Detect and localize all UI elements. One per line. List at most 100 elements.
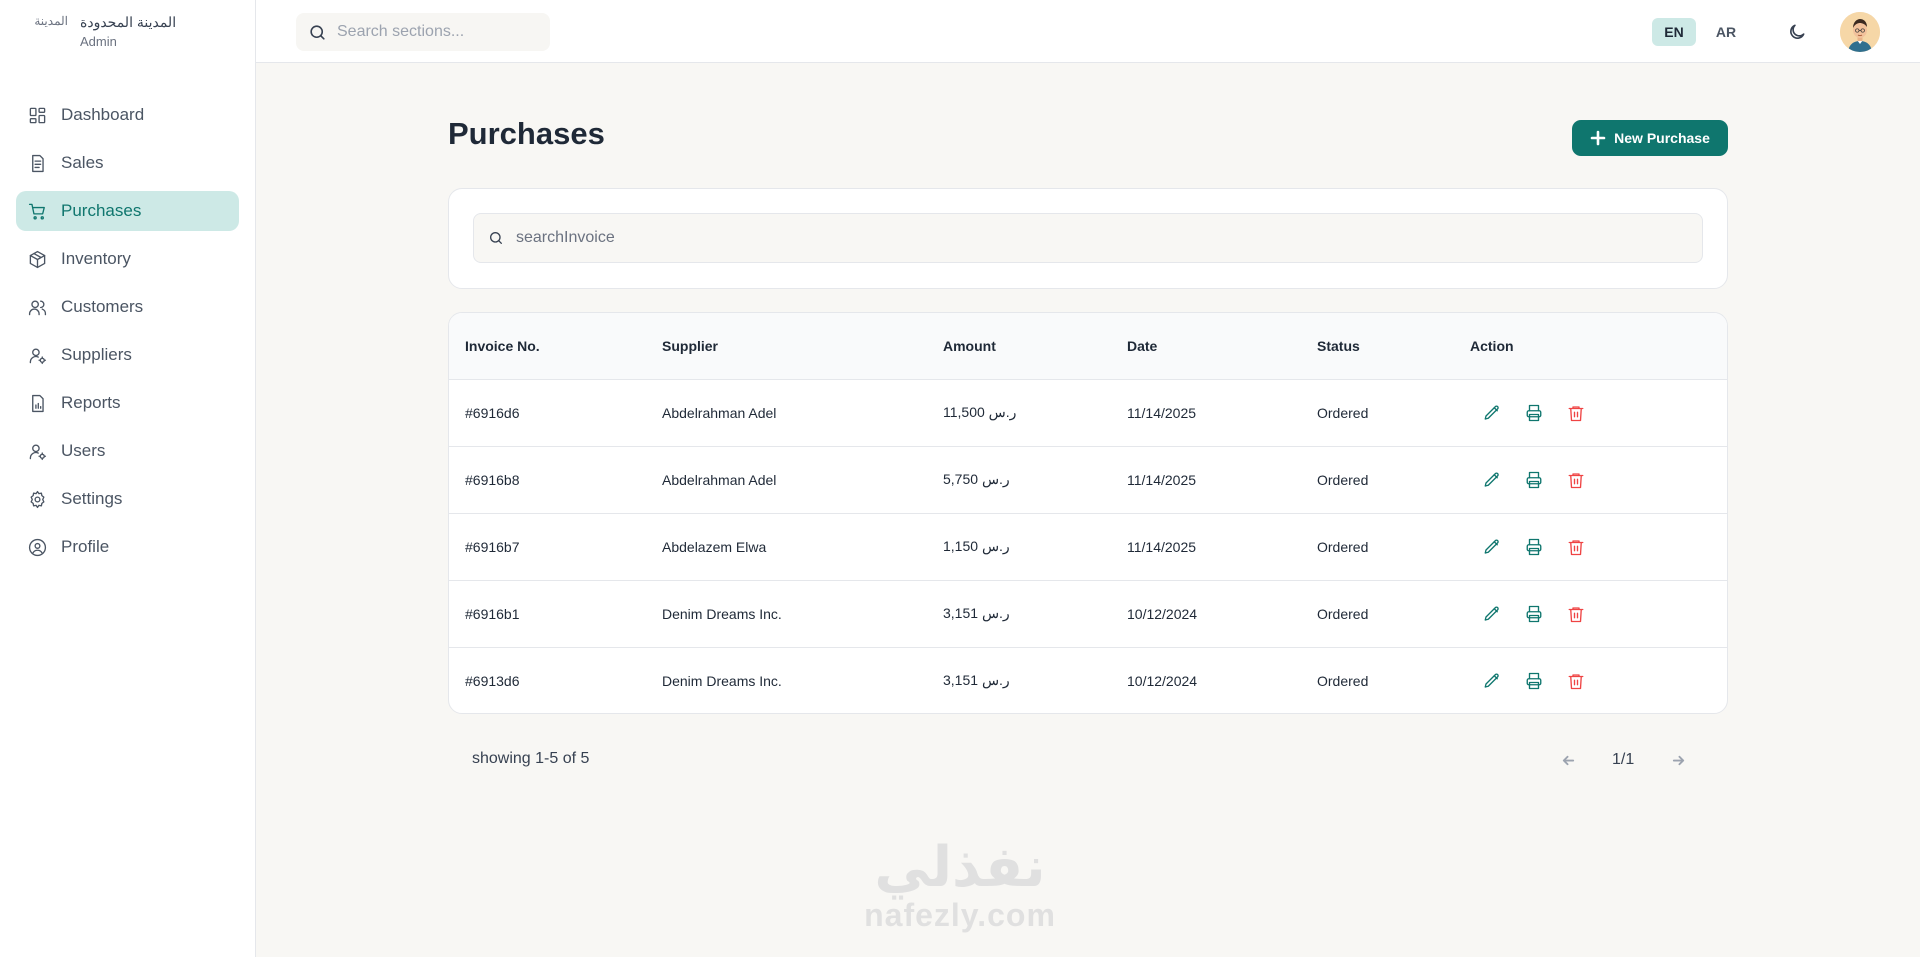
sidebar-item-profile[interactable]: Profile xyxy=(16,527,239,567)
edit-button[interactable] xyxy=(1478,533,1506,561)
sidebar-item-label: Suppliers xyxy=(61,345,132,364)
cell-actions xyxy=(1454,647,1727,713)
purchases-table-card: Invoice No. Supplier Amount Date Status … xyxy=(448,312,1728,714)
sidebar-item-users[interactable]: Users xyxy=(16,431,239,471)
pencil-icon xyxy=(1484,673,1499,688)
cell-status: Ordered xyxy=(1317,605,1369,622)
brand-text: المدينة المحدودة Admin xyxy=(80,14,176,49)
theme-toggle-button[interactable] xyxy=(1784,19,1810,45)
box-icon xyxy=(29,250,46,268)
sidebar-item-dashboard[interactable]: Dashboard xyxy=(16,95,239,135)
print-button[interactable] xyxy=(1520,600,1548,628)
edit-button[interactable] xyxy=(1478,600,1506,628)
edit-button[interactable] xyxy=(1478,399,1506,427)
next-page-button[interactable] xyxy=(1664,746,1692,774)
cell-date: 11/14/2025 xyxy=(1127,404,1197,421)
print-button[interactable] xyxy=(1520,466,1548,494)
new-purchase-label: New Purchase xyxy=(1614,130,1710,146)
trash-icon xyxy=(1568,674,1584,689)
dashboard-icon xyxy=(29,107,46,123)
cell-status: Ordered xyxy=(1317,672,1369,689)
cell-date: 11/14/2025 xyxy=(1127,471,1197,488)
delete-button[interactable] xyxy=(1562,466,1590,494)
lang-ar-button[interactable]: AR xyxy=(1706,18,1746,46)
header-supplier: Supplier xyxy=(646,313,927,380)
trash-icon xyxy=(1568,539,1584,555)
watermark-url: nafezly.com xyxy=(864,897,1056,933)
edit-button[interactable] xyxy=(1478,466,1506,494)
pencil-icon xyxy=(1484,539,1499,554)
edit-button[interactable] xyxy=(1478,667,1506,695)
new-purchase-button[interactable]: New Purchase xyxy=(1572,120,1728,156)
cell-invoice: #6913d6 xyxy=(465,672,520,689)
cell-amount: 11,500 ر.س xyxy=(943,404,1017,420)
watermark-arabic: نفذلي xyxy=(874,835,1046,900)
brand-name: المدينة المحدودة xyxy=(80,14,177,30)
pagination: 1/1 xyxy=(1554,746,1692,774)
cell-status: Ordered xyxy=(1317,538,1369,555)
sidebar-item-reports[interactable]: Reports xyxy=(16,383,239,423)
cell-status: Ordered xyxy=(1317,471,1369,488)
brand-logo: المدينة xyxy=(34,13,68,28)
cell-invoice: #6916b1 xyxy=(465,605,520,622)
sidebar-item-label: Inventory xyxy=(61,249,131,268)
table-row: #6916b7 Abdelazem Elwa 1,150 ر.س 11/14/2… xyxy=(449,513,1727,580)
cell-invoice: #6916b7 xyxy=(465,538,520,555)
sidebar-item-customers[interactable]: Customers xyxy=(16,287,239,327)
print-button[interactable] xyxy=(1520,399,1548,427)
page-indicator: 1/1 xyxy=(1612,751,1635,768)
purchases-table: Invoice No. Supplier Amount Date Status … xyxy=(449,313,1727,713)
search-icon xyxy=(490,232,502,244)
sidebar-item-label: Reports xyxy=(61,393,121,412)
cell-amount: 5,750 ر.س xyxy=(943,471,1010,487)
receipt-icon xyxy=(32,154,44,172)
delete-button[interactable] xyxy=(1562,533,1590,561)
header-date: Date xyxy=(1111,313,1301,380)
sidebar-item-sales[interactable]: Sales xyxy=(16,143,239,183)
trash-icon xyxy=(1568,405,1584,421)
delete-button[interactable] xyxy=(1562,399,1590,427)
cell-actions xyxy=(1454,513,1727,580)
delete-button[interactable] xyxy=(1562,667,1590,695)
cart-icon xyxy=(28,203,45,220)
invoice-search-input[interactable] xyxy=(516,229,1666,247)
search-icon xyxy=(310,24,325,40)
cell-supplier: Abdelrahman Adel xyxy=(662,471,777,488)
cell-status: Ordered xyxy=(1317,404,1369,421)
sidebar-item-label: Profile xyxy=(61,537,110,556)
print-button[interactable] xyxy=(1520,667,1548,695)
cell-date: 11/14/2025 xyxy=(1127,538,1197,555)
invoice-search xyxy=(473,213,1703,263)
section-search xyxy=(296,13,550,51)
user-cog-icon xyxy=(29,443,47,460)
header-status: Status xyxy=(1301,313,1454,380)
section-search-input[interactable] xyxy=(337,23,537,41)
delete-button[interactable] xyxy=(1562,600,1590,628)
cell-supplier: Abdelrahman Adel xyxy=(662,404,777,421)
sidebar-item-label: Purchases xyxy=(61,201,142,220)
showing-count: showing 1-5 of 5 xyxy=(472,750,590,767)
cell-actions xyxy=(1454,379,1727,446)
cell-supplier: Abdelazem Elwa xyxy=(662,538,767,555)
sidebar-item-inventory[interactable]: Inventory xyxy=(16,239,239,279)
sidebar-item-label: Dashboard xyxy=(61,105,145,124)
lang-en-button[interactable]: EN xyxy=(1652,18,1696,46)
sidebar-item-suppliers[interactable]: Suppliers xyxy=(16,335,239,375)
pencil-icon xyxy=(1484,472,1499,487)
sidebar: المدينة المدينة المحدودة Admin Dashboard… xyxy=(0,0,256,957)
cell-invoice: #6916b8 xyxy=(465,471,520,488)
user-role: Admin xyxy=(80,34,117,49)
brand: المدينة المدينة المحدودة Admin xyxy=(0,0,255,63)
table-row: #6916b1 Denim Dreams Inc. 3,151 ر.س 10/1… xyxy=(449,580,1727,647)
prev-page-button[interactable] xyxy=(1554,746,1582,774)
sidebar-item-settings[interactable]: Settings xyxy=(16,479,239,519)
sidebar-item-purchases[interactable]: Purchases xyxy=(16,191,239,231)
trash-icon xyxy=(1568,606,1584,622)
avatar[interactable] xyxy=(1840,12,1880,52)
print-button[interactable] xyxy=(1520,533,1548,561)
sidebar-item-label: Settings xyxy=(61,489,123,508)
cell-invoice: #6916d6 xyxy=(465,404,520,421)
arrow-left-icon xyxy=(1562,755,1574,765)
watermark: نفذلي nafezly.com xyxy=(850,835,1070,933)
trash-icon xyxy=(1568,472,1584,488)
